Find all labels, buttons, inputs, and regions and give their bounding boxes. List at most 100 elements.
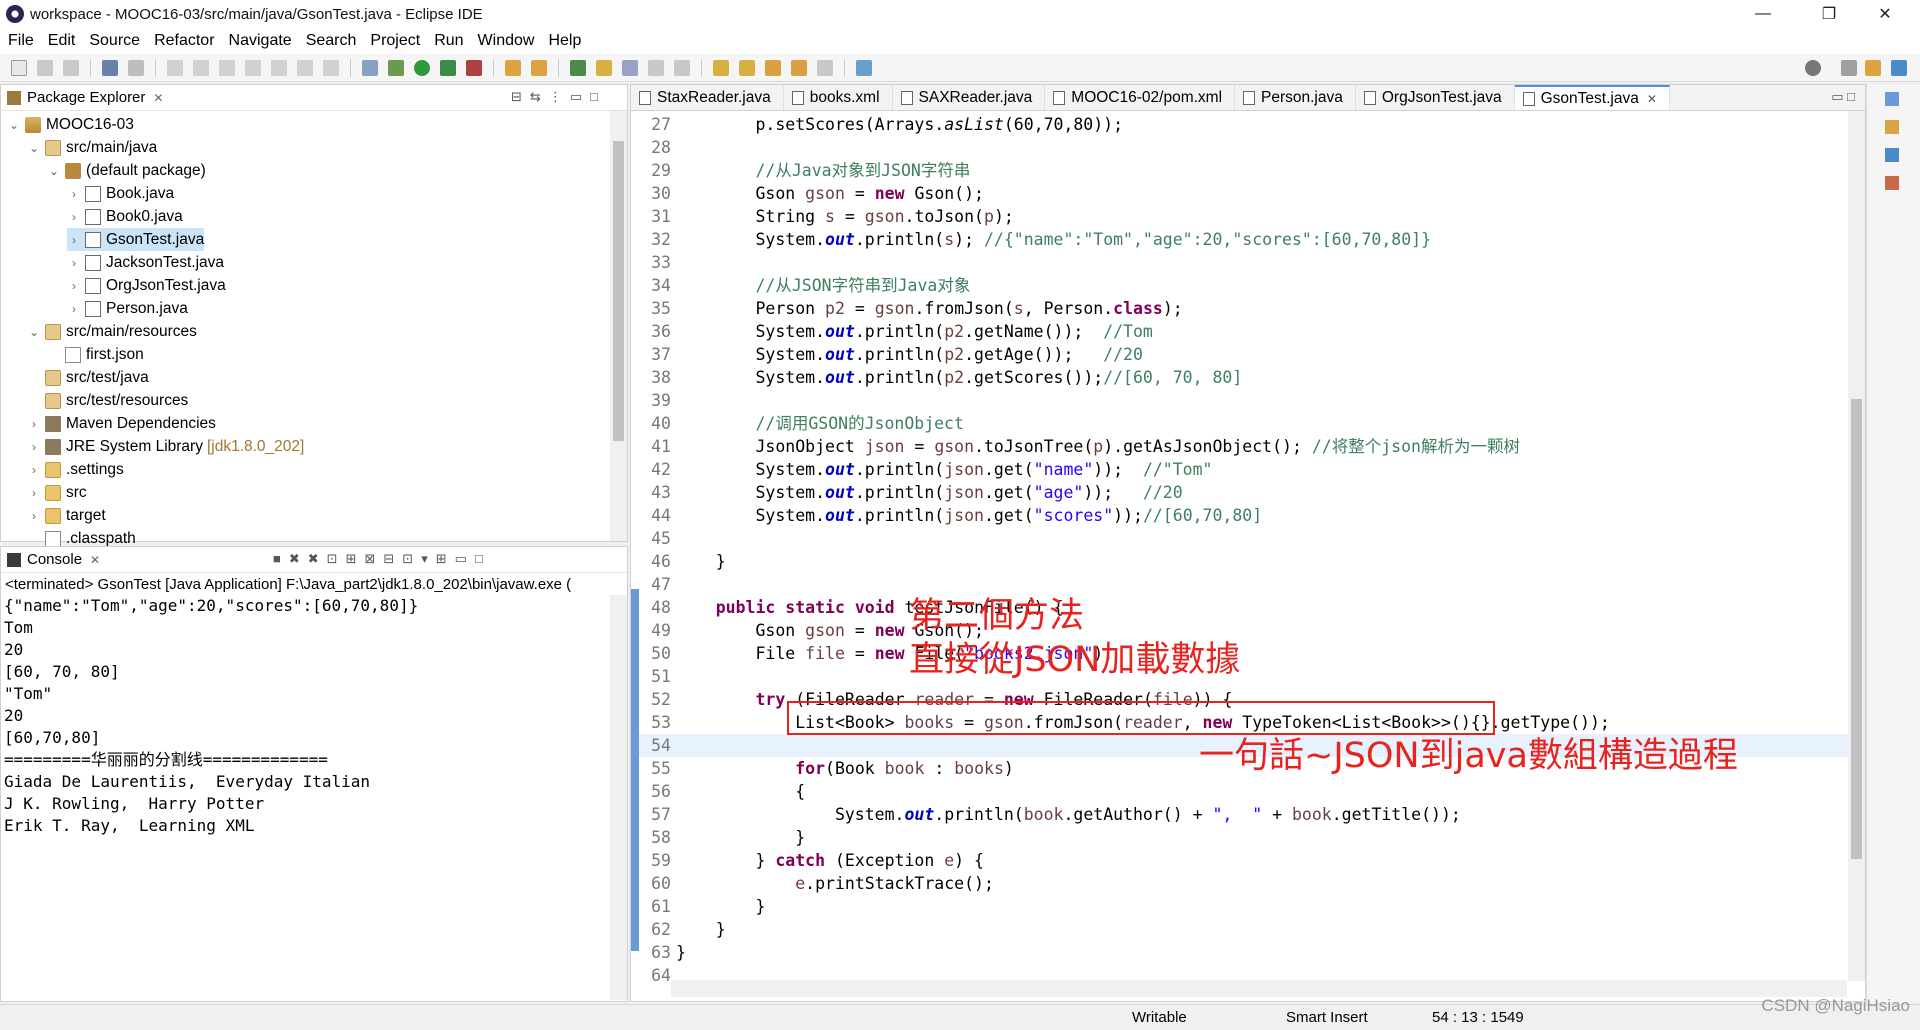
code-line[interactable]: 63} <box>631 941 1851 964</box>
menu-source[interactable]: Source <box>89 32 140 50</box>
scrollbar-thumb[interactable] <box>1851 399 1862 859</box>
expand-toggle-icon[interactable]: › <box>27 440 41 454</box>
step-return-icon[interactable] <box>323 59 339 76</box>
expand-toggle-icon[interactable]: › <box>27 463 41 477</box>
debug-icon[interactable] <box>388 59 404 76</box>
run-icon[interactable] <box>414 59 430 76</box>
scroll-lock-icon[interactable]: ⊡ <box>327 551 338 567</box>
next-annotation-icon[interactable] <box>713 59 729 76</box>
open-console-icon[interactable]: ⊞ <box>436 551 447 567</box>
maximize-button[interactable]: ❐ <box>1806 0 1852 28</box>
remove-all-terminated-icon[interactable]: ✖ <box>308 551 319 567</box>
expand-toggle-icon[interactable]: › <box>67 233 81 247</box>
code-line[interactable]: 58 } <box>631 826 1851 849</box>
close-view-icon[interactable]: ✕ <box>153 91 163 105</box>
code-line[interactable]: 44 System.out.println(json.get("scores")… <box>631 504 1851 527</box>
menu-navigate[interactable]: Navigate <box>229 32 292 50</box>
toggle-mark-occurrences-icon[interactable] <box>622 59 638 76</box>
code-line[interactable]: 62 } <box>631 918 1851 941</box>
pin-editor-icon[interactable] <box>856 59 872 76</box>
package-explorer-title[interactable]: Package Explorer <box>27 89 145 106</box>
expand-toggle-icon[interactable]: ⌄ <box>27 325 41 339</box>
code-line[interactable]: 37 System.out.println(p2.getAge()); //20 <box>631 343 1851 366</box>
tree-item[interactable]: ⌄ src/main/resources <box>27 320 197 343</box>
external-tools-icon[interactable] <box>466 59 482 76</box>
code-line[interactable]: 34 //从JSON字符串到Java对象 <box>631 274 1851 297</box>
forward-icon[interactable] <box>817 59 833 76</box>
menu-project[interactable]: Project <box>370 32 420 50</box>
view-menu-icon[interactable]: ⋮ <box>549 89 562 105</box>
search-toolbar-icon[interactable] <box>596 59 612 76</box>
show-whitespace-icon[interactable] <box>674 59 690 76</box>
code-line[interactable]: 57 System.out.println(book.getAuthor() +… <box>631 803 1851 826</box>
code-line[interactable]: 61 } <box>631 895 1851 918</box>
tree-item[interactable]: › Maven Dependencies <box>27 412 216 435</box>
menu-file[interactable]: File <box>8 32 34 50</box>
code-line[interactable]: 41 JsonObject json = gson.toJsonTree(p).… <box>631 435 1851 458</box>
terminal-icon[interactable] <box>102 59 118 76</box>
tree-item[interactable]: › JRE System Library [jdk1.8.0_202] <box>27 435 304 458</box>
code-line[interactable]: 51 <box>631 665 1851 688</box>
console-title[interactable]: Console <box>27 551 82 568</box>
menu-run[interactable]: Run <box>434 32 463 50</box>
editor-minimize-icon[interactable]: ▭ □ <box>1831 89 1855 105</box>
tree-item[interactable]: › OrgJsonTest.java <box>67 274 226 297</box>
open-type-icon[interactable] <box>570 59 586 76</box>
tab-pom-xml[interactable]: MOOC16-02/pom.xml <box>1045 85 1236 110</box>
outline-icon[interactable] <box>1885 92 1899 106</box>
maximize-view-icon[interactable]: □ <box>590 89 598 105</box>
code-line[interactable]: 28 <box>631 136 1851 159</box>
clear-console-icon[interactable]: ⊟ <box>383 551 394 567</box>
pin-console-icon[interactable]: ⊡ <box>402 551 413 567</box>
tree-item[interactable]: ⌄ src/main/java <box>27 136 157 159</box>
tab-person[interactable]: Person.java <box>1235 85 1356 110</box>
package-explorer-scrollbar[interactable] <box>610 111 627 541</box>
code-line[interactable]: 39 <box>631 389 1851 412</box>
last-edit-location-icon[interactable] <box>765 59 781 76</box>
menu-help[interactable]: Help <box>548 32 581 50</box>
problems-icon[interactable] <box>1885 176 1899 190</box>
maximize-view-icon[interactable]: □ <box>475 551 483 567</box>
suspend-icon[interactable] <box>193 59 209 76</box>
code-line[interactable]: 48 public static void testJsonFile() { <box>631 596 1851 619</box>
tree-item[interactable]: ⌄ (default package) <box>47 159 206 182</box>
minimize-button[interactable]: — <box>1740 0 1786 28</box>
disconnect-icon[interactable] <box>245 59 261 76</box>
code-line[interactable]: 42 System.out.println(json.get("name"));… <box>631 458 1851 481</box>
new-java-class-icon[interactable] <box>531 59 547 76</box>
resume-icon[interactable] <box>167 59 183 76</box>
tab-gsontest[interactable]: GsonTest.java ✕ <box>1514 85 1670 110</box>
terminate-icon[interactable]: ■ <box>273 551 281 567</box>
tree-item[interactable]: › GsonTest.java <box>67 228 205 251</box>
expand-toggle-icon[interactable]: › <box>67 302 81 316</box>
tree-item[interactable]: src/test/java <box>27 366 149 389</box>
minimize-view-icon[interactable]: ▭ <box>455 551 467 567</box>
tree-item[interactable]: › .settings <box>27 458 124 481</box>
code-line[interactable]: 32 System.out.println(s); //{"name":"Tom… <box>631 228 1851 251</box>
tree-item[interactable]: ⌄ MOOC16-03 <box>7 113 134 136</box>
code-line[interactable]: 36 System.out.println(p2.getName()); //T… <box>631 320 1851 343</box>
java-perspective-icon[interactable] <box>1891 59 1907 76</box>
code-line[interactable]: 60 e.printStackTrace(); <box>631 872 1851 895</box>
expand-toggle-icon[interactable]: › <box>67 256 81 270</box>
code-line[interactable]: 30 Gson gson = new Gson(); <box>631 182 1851 205</box>
tree-item[interactable]: › target <box>27 504 106 527</box>
code-area[interactable]: 64 63} 62 } 61 } 60 e.printStackTrace(); 59 }… <box>631 111 1867 981</box>
step-into-icon[interactable] <box>271 59 287 76</box>
code-line[interactable]: 35 Person p2 = gson.fromJson(s, Person.c… <box>631 297 1851 320</box>
previous-annotation-icon[interactable] <box>739 59 755 76</box>
search-icon[interactable] <box>1805 59 1821 76</box>
new-icon[interactable] <box>11 59 27 76</box>
use-step-filters-icon[interactable] <box>362 59 378 76</box>
code-line[interactable]: 27 p.setScores(Arrays.asList(60,70,80)); <box>631 113 1851 136</box>
tab-saxreader[interactable]: SAXReader.java <box>893 85 1046 110</box>
terminate-icon[interactable] <box>219 59 235 76</box>
open-perspective-icon[interactable] <box>1841 59 1857 76</box>
code-line[interactable]: 47 <box>631 573 1851 596</box>
tree-item[interactable]: src/test/resources <box>27 389 188 412</box>
editor-horizontal-scrollbar[interactable] <box>671 980 1847 997</box>
word-wrap-icon[interactable]: ⊠ <box>364 551 375 567</box>
tab-staxreader[interactable]: StaxReader.java <box>631 85 784 110</box>
code-line[interactable]: 56 { <box>631 780 1851 803</box>
back-icon[interactable] <box>791 59 807 76</box>
